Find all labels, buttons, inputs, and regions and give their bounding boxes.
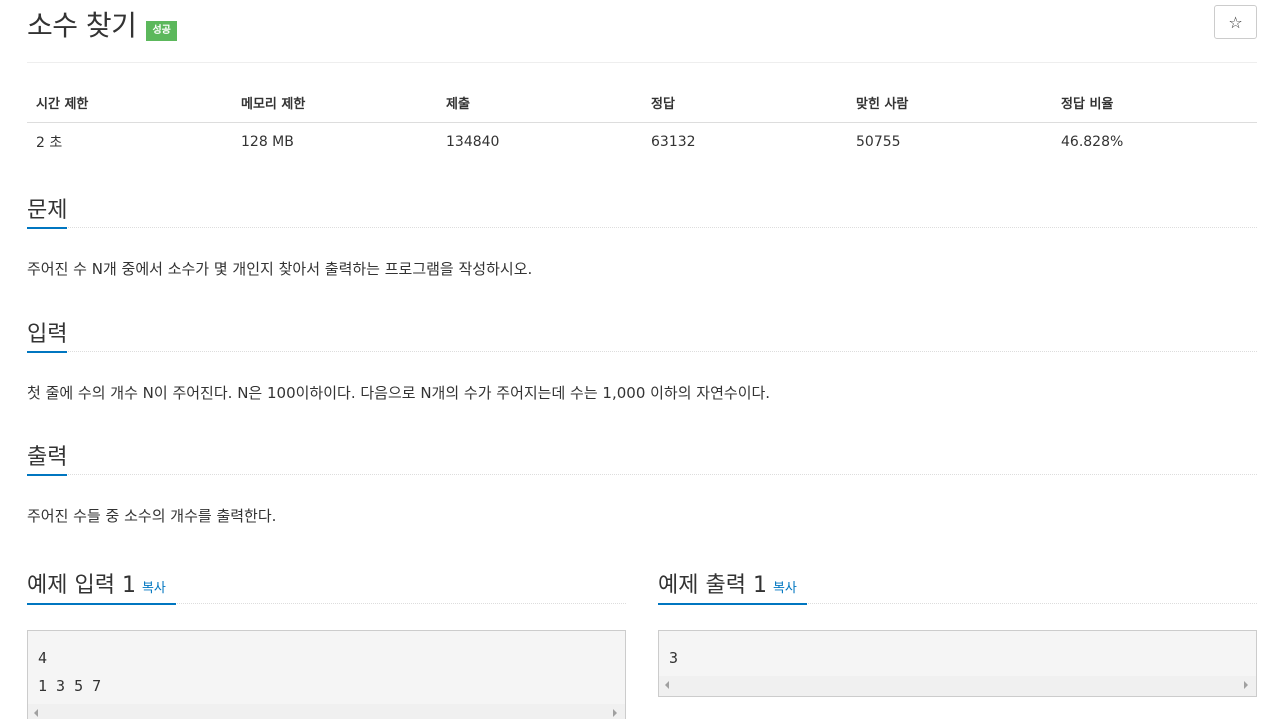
header-solved-users: 맞힌 사람 bbox=[847, 84, 1052, 123]
problem-info-table: 시간 제한 메모리 제한 제출 정답 맞힌 사람 정답 비율 2 초 128 M… bbox=[27, 84, 1257, 161]
description-section: 문제 주어진 수 N개 중에서 소수가 몇 개인지 찾아서 출력하는 프로그램을… bbox=[27, 194, 1257, 279]
sample-output-section: 예제 출력 1 복사 3 bbox=[658, 568, 1257, 697]
output-title: 출력 bbox=[27, 442, 68, 476]
section-headline: 예제 출력 1 복사 bbox=[658, 568, 1257, 605]
header-accepted: 정답 bbox=[642, 84, 847, 123]
scroll-right-arrow-icon[interactable] bbox=[1244, 681, 1248, 689]
section-headline: 출력 bbox=[27, 441, 1257, 476]
accepted-value: 63132 bbox=[651, 133, 696, 150]
solved-users-value: 50755 bbox=[856, 133, 901, 150]
description-text: 주어진 수 N개 중에서 소수가 몇 개인지 찾아서 출력하는 프로그램을 작성… bbox=[27, 260, 533, 278]
sample-output-box[interactable]: 3 bbox=[658, 630, 1257, 697]
header-submissions: 제출 bbox=[437, 84, 642, 123]
page-title: 소수 찾기 bbox=[27, 9, 137, 42]
time-limit-value: 2 초 bbox=[36, 134, 63, 151]
sample-input-box[interactable]: 4 1 3 5 7 bbox=[27, 630, 626, 719]
copy-input-link[interactable]: 복사 bbox=[142, 581, 166, 596]
scroll-right-arrow-icon[interactable] bbox=[613, 709, 617, 717]
horizontal-scrollbar[interactable] bbox=[28, 704, 625, 719]
description-title: 문제 bbox=[27, 195, 68, 229]
section-headline: 예제 입력 1 복사 bbox=[27, 568, 626, 605]
sample-input-title: 예제 입력 1 복사 bbox=[27, 569, 176, 605]
header-memory-limit: 메모리 제한 bbox=[232, 84, 437, 123]
header-accept-ratio: 정답 비율 bbox=[1052, 84, 1257, 123]
input-text: 첫 줄에 수의 개수 N이 주어진다. N은 100이하이다. 다음으로 N개의… bbox=[27, 384, 771, 402]
sample-output-title-text: 예제 출력 1 bbox=[658, 573, 767, 598]
input-title: 입력 bbox=[27, 319, 68, 353]
sample-input-content: 4 1 3 5 7 bbox=[38, 649, 102, 695]
scroll-left-arrow-icon[interactable] bbox=[665, 681, 669, 689]
title-row: 소수 찾기 성공 bbox=[27, 2, 177, 46]
output-section: 출력 주어진 수들 중 소수의 개수를 출력한다. bbox=[27, 441, 1257, 526]
output-text: 주어진 수들 중 소수의 개수를 출력한다. bbox=[27, 507, 277, 525]
accept-ratio-value: 46.828% bbox=[1061, 133, 1124, 150]
copy-output-link[interactable]: 복사 bbox=[773, 581, 797, 596]
sample-output-content: 3 bbox=[669, 649, 679, 667]
scroll-left-arrow-icon[interactable] bbox=[34, 709, 38, 717]
sample-input-section: 예제 입력 1 복사 4 1 3 5 7 bbox=[27, 568, 626, 719]
input-section: 입력 첫 줄에 수의 개수 N이 주어진다. N은 100이하이다. 다음으로 … bbox=[27, 318, 1257, 403]
star-icon: ☆ bbox=[1228, 12, 1243, 32]
status-badge: 성공 bbox=[146, 21, 177, 41]
submissions-value: 134840 bbox=[446, 133, 500, 150]
sample-input-title-text: 예제 입력 1 bbox=[27, 573, 136, 598]
section-headline: 입력 bbox=[27, 318, 1257, 353]
table-header-row: 시간 제한 메모리 제한 제출 정답 맞힌 사람 정답 비율 bbox=[27, 84, 1257, 123]
header-time-limit: 시간 제한 bbox=[27, 84, 232, 123]
table-row: 2 초 128 MB 134840 63132 50755 46.828% bbox=[27, 122, 1257, 161]
star-button[interactable]: ☆ bbox=[1214, 5, 1257, 39]
title-divider bbox=[27, 62, 1257, 63]
sample-output-title: 예제 출력 1 복사 bbox=[658, 569, 807, 605]
section-headline: 문제 bbox=[27, 194, 1257, 229]
memory-limit-value: 128 MB bbox=[241, 133, 294, 150]
horizontal-scrollbar[interactable] bbox=[659, 676, 1256, 696]
